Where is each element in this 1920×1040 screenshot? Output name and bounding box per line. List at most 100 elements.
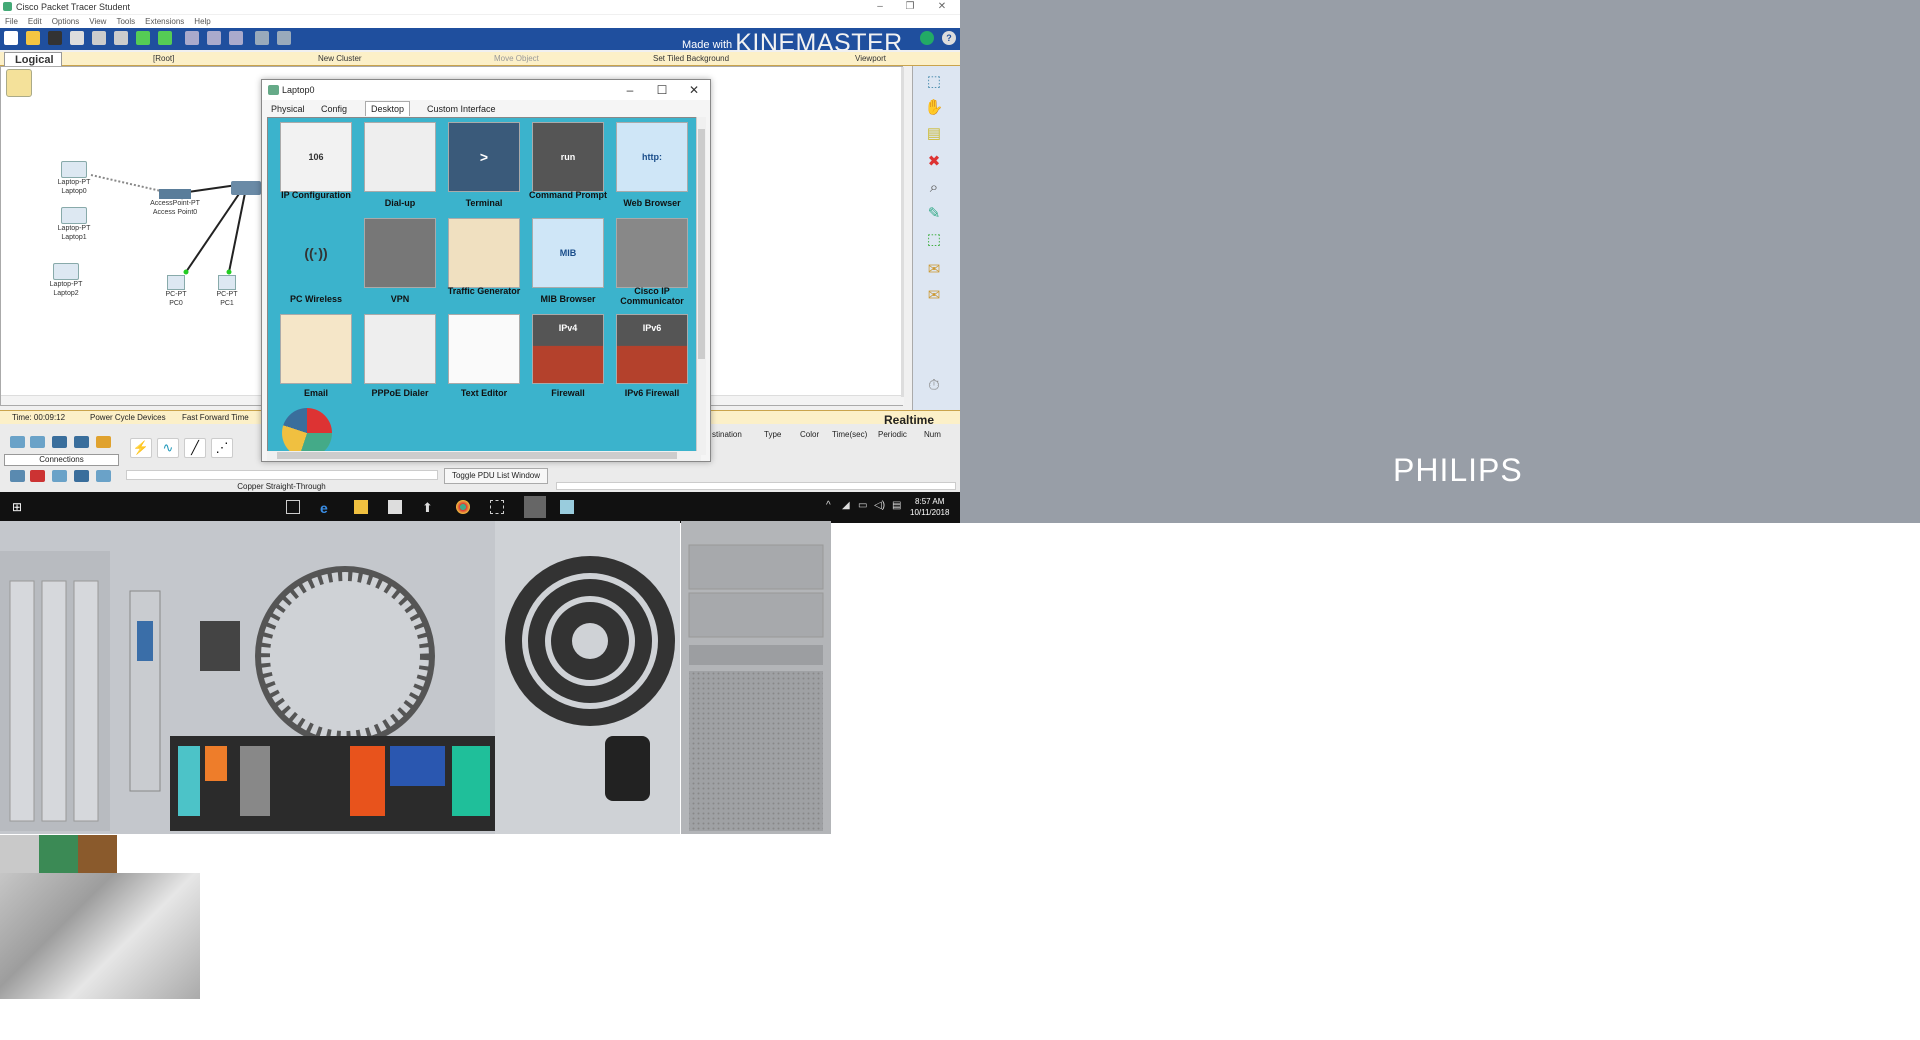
custom-device-icon[interactable] [277, 31, 291, 45]
app-pc-wireless[interactable]: ((·)) PC Wireless [270, 214, 354, 310]
new-file-icon[interactable] [4, 31, 18, 45]
network-devices-icon[interactable] [10, 436, 25, 448]
device-laptop1[interactable]: Laptop-PT Laptop1 [49, 207, 99, 242]
menu-options[interactable]: Options [52, 15, 80, 28]
app-icon[interactable]: ⬆ [422, 500, 436, 515]
end-devices-icon[interactable] [30, 436, 45, 448]
pie-chart-app-icon[interactable] [282, 408, 332, 454]
select-icon[interactable]: ⬚ [923, 72, 945, 92]
dialog-minimize-icon[interactable]: – [614, 80, 646, 100]
app-traffic-generator[interactable]: Traffic Generator [438, 214, 522, 310]
desktop-horizontal-scrollbar[interactable] [267, 451, 701, 461]
desktop-vertical-scrollbar[interactable] [696, 117, 706, 455]
start-icon[interactable]: ⊞ [12, 500, 26, 514]
power-cycle-button[interactable]: Power Cycle Devices [90, 413, 166, 422]
viewport-button[interactable]: Viewport [855, 54, 886, 63]
store-icon[interactable] [388, 500, 402, 514]
straight-through-cable-icon[interactable]: ╱ [184, 438, 206, 458]
note-icon[interactable]: ▤ [923, 124, 945, 144]
menu-tools[interactable]: Tools [116, 15, 135, 28]
tab-config[interactable]: Config [315, 101, 353, 116]
app-text-editor[interactable]: Text Editor [438, 310, 522, 406]
minimize-icon[interactable]: – [868, 0, 892, 14]
new-cluster-button[interactable]: New Cluster [318, 54, 362, 63]
fast-forward-button[interactable]: Fast Forward Time [182, 413, 249, 422]
device-pc1[interactable]: PC-PT PC1 [207, 275, 247, 308]
tray-chevron-icon[interactable]: ^ [826, 500, 840, 514]
app-terminal[interactable]: > Terminal [438, 118, 522, 214]
task-view-icon[interactable] [286, 500, 300, 514]
device-laptop0[interactable]: Laptop-PT Laptop0 [49, 161, 99, 196]
simple-pdu-icon[interactable]: ✉ [923, 260, 945, 280]
resize-shape-icon[interactable]: ⬚ [923, 230, 945, 250]
menu-file[interactable]: File [5, 15, 18, 28]
file-explorer-icon[interactable] [354, 500, 368, 514]
volume-icon[interactable]: ◁) [874, 500, 888, 514]
root-breadcrumb[interactable]: [Root] [153, 54, 174, 63]
app-email[interactable]: Email [270, 310, 354, 406]
app-command-prompt[interactable]: run Command Prompt [522, 118, 607, 214]
zoom-reset-icon[interactable] [207, 31, 221, 45]
palette-icon[interactable] [255, 31, 269, 45]
device-access-point0[interactable]: AccessPoint-PT Access Point0 [137, 189, 213, 217]
app-web-browser[interactable]: http: Web Browser [606, 118, 690, 214]
restore-icon[interactable]: ❐ [898, 0, 922, 14]
crossover-cable-icon[interactable]: ⋰ [211, 438, 233, 458]
help-icon[interactable]: ? [942, 31, 956, 45]
menu-edit[interactable]: Edit [28, 15, 42, 28]
menu-help[interactable]: Help [194, 15, 210, 28]
activity-wizard-icon[interactable] [92, 31, 106, 45]
cluster-icon[interactable] [6, 69, 32, 97]
app-ipv6-firewall[interactable]: IPv6 IPv6 Firewall [606, 310, 690, 406]
open-folder-icon[interactable] [26, 31, 40, 45]
dialog-close-icon[interactable]: ✕ [678, 80, 710, 100]
menu-extensions[interactable]: Extensions [145, 15, 184, 28]
app-pppoe-dialer[interactable]: PPPoE Dialer [354, 310, 438, 406]
multiuser-icon[interactable] [74, 436, 89, 448]
print-icon[interactable] [70, 31, 84, 45]
undo-icon[interactable] [136, 31, 150, 45]
device-pc0[interactable]: PC-PT PC0 [156, 275, 196, 308]
battery-icon[interactable]: ▭ [858, 500, 872, 514]
device-type-icon[interactable] [96, 470, 111, 482]
zoom-in-icon[interactable] [185, 31, 199, 45]
chrome-icon[interactable] [456, 500, 470, 514]
device-type-icon[interactable] [74, 470, 89, 482]
info-icon[interactable] [920, 31, 934, 45]
device-type-icon[interactable] [52, 470, 67, 482]
simulation-mode-icon[interactable]: ⏱ [923, 376, 945, 396]
move-object-button[interactable]: Move Object [494, 54, 539, 63]
save-icon[interactable] [48, 31, 62, 45]
app-ip-configuration[interactable]: 106 IP Configuration [270, 118, 354, 214]
app-dial-up[interactable]: Dial-up [354, 118, 438, 214]
taskbar-clock[interactable]: 8:57 AM 10/11/2018 [910, 496, 949, 518]
components-icon[interactable] [52, 436, 67, 448]
inspect-icon[interactable]: ⌕ [923, 178, 945, 198]
tab-desktop[interactable]: Desktop [365, 101, 411, 116]
delete-icon[interactable]: ✖ [923, 152, 945, 172]
tab-custom-interface[interactable]: Custom Interface [421, 101, 502, 116]
complex-pdu-icon[interactable]: ✉ [923, 286, 945, 306]
app-firewall[interactable]: IPv4 Firewall [522, 310, 606, 406]
app-vpn[interactable]: VPN [354, 214, 438, 310]
app-icon[interactable] [560, 500, 574, 514]
tab-physical[interactable]: Physical [265, 101, 311, 116]
redo-icon[interactable] [158, 31, 172, 45]
copy-icon[interactable] [114, 31, 128, 45]
device-laptop2[interactable]: Laptop-PT Laptop2 [41, 263, 91, 298]
hand-icon[interactable]: ✋ [923, 98, 945, 118]
app-mib-browser[interactable]: MIB MIB Browser [522, 214, 606, 310]
auto-connection-icon[interactable]: ⚡ [130, 438, 152, 458]
workspace-vertical-scrollbar[interactable] [901, 67, 904, 397]
network-icon[interactable]: ◢ [842, 500, 856, 514]
console-cable-icon[interactable]: ∿ [157, 438, 179, 458]
dialog-maximize-icon[interactable]: ☐ [646, 80, 678, 100]
set-tiled-background-button[interactable]: Set Tiled Background [653, 54, 729, 63]
zoom-out-icon[interactable] [229, 31, 243, 45]
draw-shape-icon[interactable]: ✎ [923, 204, 945, 224]
device-type-icon[interactable] [10, 470, 25, 482]
dialog-title-bar[interactable]: Laptop0 – ☐ ✕ [262, 80, 710, 100]
toggle-pdu-list-button[interactable]: Toggle PDU List Window [444, 468, 548, 484]
snipping-tool-icon[interactable] [490, 500, 504, 514]
packet-tracer-taskbar-icon[interactable] [524, 496, 546, 518]
